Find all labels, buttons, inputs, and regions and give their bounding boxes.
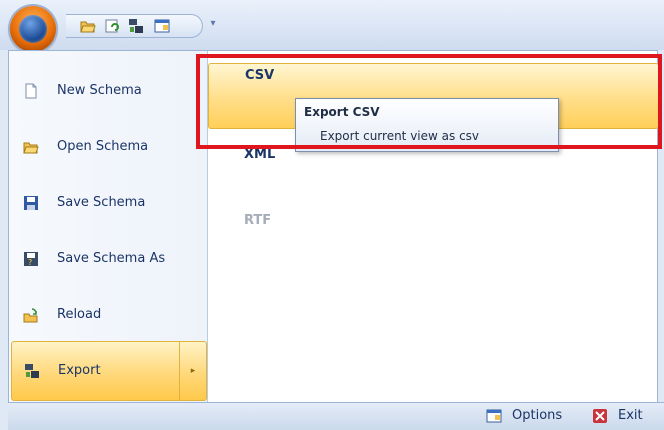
menu-item-label: Save Schema [57,195,146,210]
menu-commands: New Schema Open Schema Save Schema ? Sav… [9,51,208,403]
save-refresh-icon[interactable] [104,18,120,34]
application-menu-button[interactable] [10,6,56,52]
floppy-disk-as-icon: ? [24,252,38,267]
options-button[interactable]: Options [486,407,576,425]
menu-item-save-schema[interactable]: Save Schema [9,175,207,231]
floppy-disk-icon [24,196,38,210]
export-icon [25,364,39,378]
submenu-arrow-icon[interactable]: ▸ [179,342,206,400]
svg-text:?: ? [28,258,32,267]
customize-toolbar-dropdown[interactable]: ▾ [206,18,220,32]
menu-item-open-schema[interactable]: Open Schema [9,119,207,175]
menu-item-save-schema-as[interactable]: ? Save Schema As [9,231,207,287]
submenu-item-label: RTF [244,213,272,228]
exit-button[interactable]: Exit [592,407,662,425]
menu-item-new-schema[interactable]: New Schema [9,63,207,119]
export-icon[interactable] [128,18,144,34]
menu-footer: Options Exit [8,402,664,430]
menu-item-export[interactable]: Export ▸ [11,341,207,401]
reload-folder-icon [23,308,38,323]
close-icon [593,409,607,423]
menu-item-reload[interactable]: Reload [9,287,207,343]
menu-item-label: Open Schema [57,139,149,154]
submenu-item-rtf: RTF [208,193,657,251]
menu-item-label: Reload [57,307,102,322]
menu-item-label: New Schema [57,83,142,98]
quick-access-toolbar [66,14,203,38]
folder-open-icon[interactable] [80,18,96,34]
exit-label: Exit [618,408,643,423]
menu-item-label: Export [58,363,101,378]
window-icon[interactable] [154,18,170,34]
new-document-icon [25,83,37,99]
folder-open-icon [23,142,39,154]
submenu-item-label: XML [244,147,276,162]
options-label: Options [512,408,563,423]
app-logo-icon [19,15,47,43]
menu-item-label: Save Schema As [57,251,166,266]
annotation-highlight-box [196,54,662,149]
options-icon [486,409,502,423]
